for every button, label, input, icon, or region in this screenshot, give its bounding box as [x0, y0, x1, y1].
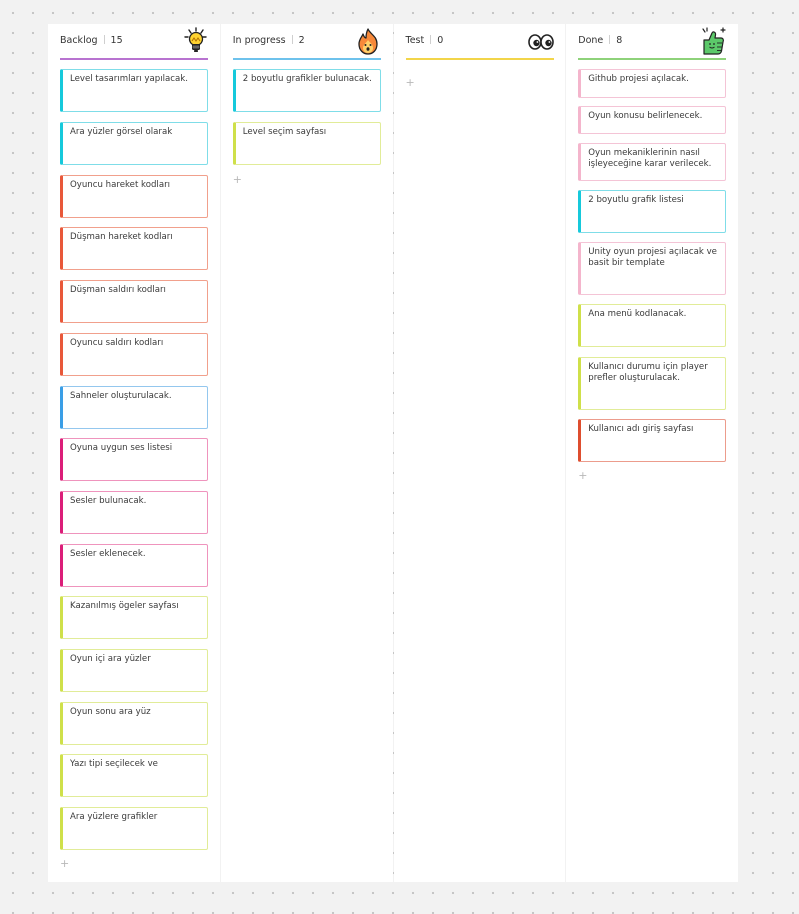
card-text: Sahneler oluşturulacak.	[70, 391, 172, 401]
task-card[interactable]: Oyuncu hareket kodları	[60, 175, 208, 218]
column-backlog: Backlog 15 Level tasarımları yapılacak. A…	[48, 24, 220, 882]
card-text: Oyuncu hareket kodları	[70, 180, 171, 190]
column-done: Done 8 Github projesi açılacak. Oyun konu…	[566, 24, 738, 882]
divider	[103, 35, 105, 44]
card-text: Oyuna uygun ses listesi	[70, 443, 173, 453]
card-text: Unity oyun projesi açılacak ve basit bir…	[588, 247, 717, 268]
card-count: 15	[110, 35, 123, 46]
column-header: In progress 2	[232, 24, 381, 60]
divider	[609, 35, 611, 44]
task-card[interactable]: Oyun sonu ara yüz	[60, 702, 208, 745]
column-title[interactable]: Backlog 15	[60, 35, 123, 46]
task-card[interactable]: Düşman hareket kodları	[60, 227, 208, 270]
card-text: Yazı tipi seçilecek ve	[70, 759, 158, 769]
task-card[interactable]: 2 boyutlu grafikler bulunacak.	[232, 69, 381, 112]
task-card[interactable]: Github projesi açılacak.	[578, 69, 727, 98]
card-text: 2 boyutlu grafik listesi	[588, 195, 684, 205]
card-text: Github projesi açılacak.	[588, 74, 689, 84]
column-name: Done	[578, 35, 604, 46]
column-title[interactable]: In progress 2	[233, 35, 305, 46]
task-card[interactable]: Ara yüzlere grafikler	[60, 807, 208, 850]
card-text: Ara yüzlere grafikler	[70, 812, 158, 822]
thumbs-up-emoji-icon	[702, 27, 726, 55]
task-card[interactable]: Oyun konusu belirlenecek.	[578, 106, 727, 134]
task-card[interactable]: Unity oyun projesi açılacak ve basit bir…	[578, 242, 727, 295]
card-text: Oyun sonu ara yüz	[70, 707, 151, 717]
task-card[interactable]: 2 boyutlu grafik listesi	[578, 190, 727, 233]
task-card[interactable]: Oyun mekaniklerinin nasıl işleyeceğine k…	[578, 143, 727, 181]
column-header: Test 0	[405, 24, 554, 60]
card-text: Sesler eklenecek.	[70, 549, 146, 559]
card-text: Level tasarımları yapılacak.	[70, 74, 188, 84]
add-card-button[interactable]: +	[60, 858, 69, 869]
card-text: Oyun içi ara yüzler	[70, 654, 151, 664]
column-in-progress: In progress 2 2 boyutlu grafikler bulunac…	[220, 24, 393, 882]
task-card[interactable]: Sahneler oluşturulacak.	[60, 386, 208, 429]
column-name: In progress	[232, 35, 286, 46]
card-text: Oyun konusu belirlenecek.	[588, 111, 703, 121]
task-card[interactable]: Kullanıcı adı giriş sayfası	[578, 419, 727, 462]
task-card[interactable]: Ana menü kodlanacak.	[578, 304, 727, 347]
column-name: Test	[405, 35, 425, 46]
task-card[interactable]: Oyuncu saldırı kodları	[60, 333, 208, 376]
task-card[interactable]: Kazanılmış ögeler sayfası	[60, 596, 208, 639]
card-text: Oyun mekaniklerinin nasıl işleyeceğine k…	[588, 148, 712, 169]
card-text: Kullanıcı durumu için player prefler olu…	[588, 362, 708, 383]
fire-emoji-icon	[358, 28, 378, 55]
column-header: Backlog 15	[60, 24, 208, 60]
card-text: Kazanılmış ögeler sayfası	[70, 601, 179, 611]
card-text: Kullanıcı adı giriş sayfası	[588, 424, 694, 434]
divider	[291, 35, 293, 44]
card-count: 0	[437, 35, 444, 46]
task-card[interactable]: Level seçim sayfası	[232, 122, 381, 165]
task-card[interactable]: Oyun içi ara yüzler	[60, 649, 208, 692]
column-name: Backlog	[60, 35, 98, 46]
card-text: Ara yüzler görsel olarak	[70, 127, 173, 137]
card-count: 8	[616, 35, 623, 46]
column-header: Done 8	[578, 24, 727, 60]
column-title[interactable]: Test 0	[405, 35, 444, 46]
task-card[interactable]: Yazı tipi seçilecek ve	[60, 754, 208, 797]
divider	[430, 35, 432, 44]
column-test: Test 0 +	[393, 24, 566, 882]
card-text: Oyuncu saldırı kodları	[70, 338, 164, 348]
eyes-emoji-icon	[527, 34, 554, 50]
card-text: Düşman hareket kodları	[70, 232, 173, 242]
task-card[interactable]: Level tasarımları yapılacak.	[60, 69, 208, 112]
card-count: 2	[298, 35, 305, 46]
task-card[interactable]: Düşman saldırı kodları	[60, 280, 208, 323]
task-card[interactable]: Ara yüzler görsel olarak	[60, 122, 208, 165]
task-card[interactable]: Oyuna uygun ses listesi	[60, 438, 208, 481]
column-title[interactable]: Done 8	[578, 35, 622, 46]
task-card[interactable]: Sesler eklenecek.	[60, 544, 208, 587]
task-card[interactable]: Kullanıcı durumu için player prefler olu…	[578, 357, 727, 410]
card-text: Level seçim sayfası	[242, 127, 327, 137]
add-card-button[interactable]: +	[406, 77, 415, 88]
add-card-button[interactable]: +	[233, 174, 242, 185]
card-text: Sesler bulunacak.	[70, 496, 147, 506]
task-card[interactable]: Sesler bulunacak.	[60, 491, 208, 534]
lightbulb-emoji-icon	[184, 27, 207, 52]
card-text: Ana menü kodlanacak.	[588, 309, 687, 319]
card-text: 2 boyutlu grafikler bulunacak.	[242, 74, 372, 84]
card-text: Düşman saldırı kodları	[70, 285, 166, 295]
kanban-board: Backlog 15 Level tasarımları yapılacak. A…	[48, 24, 738, 882]
add-card-button[interactable]: +	[578, 470, 587, 481]
